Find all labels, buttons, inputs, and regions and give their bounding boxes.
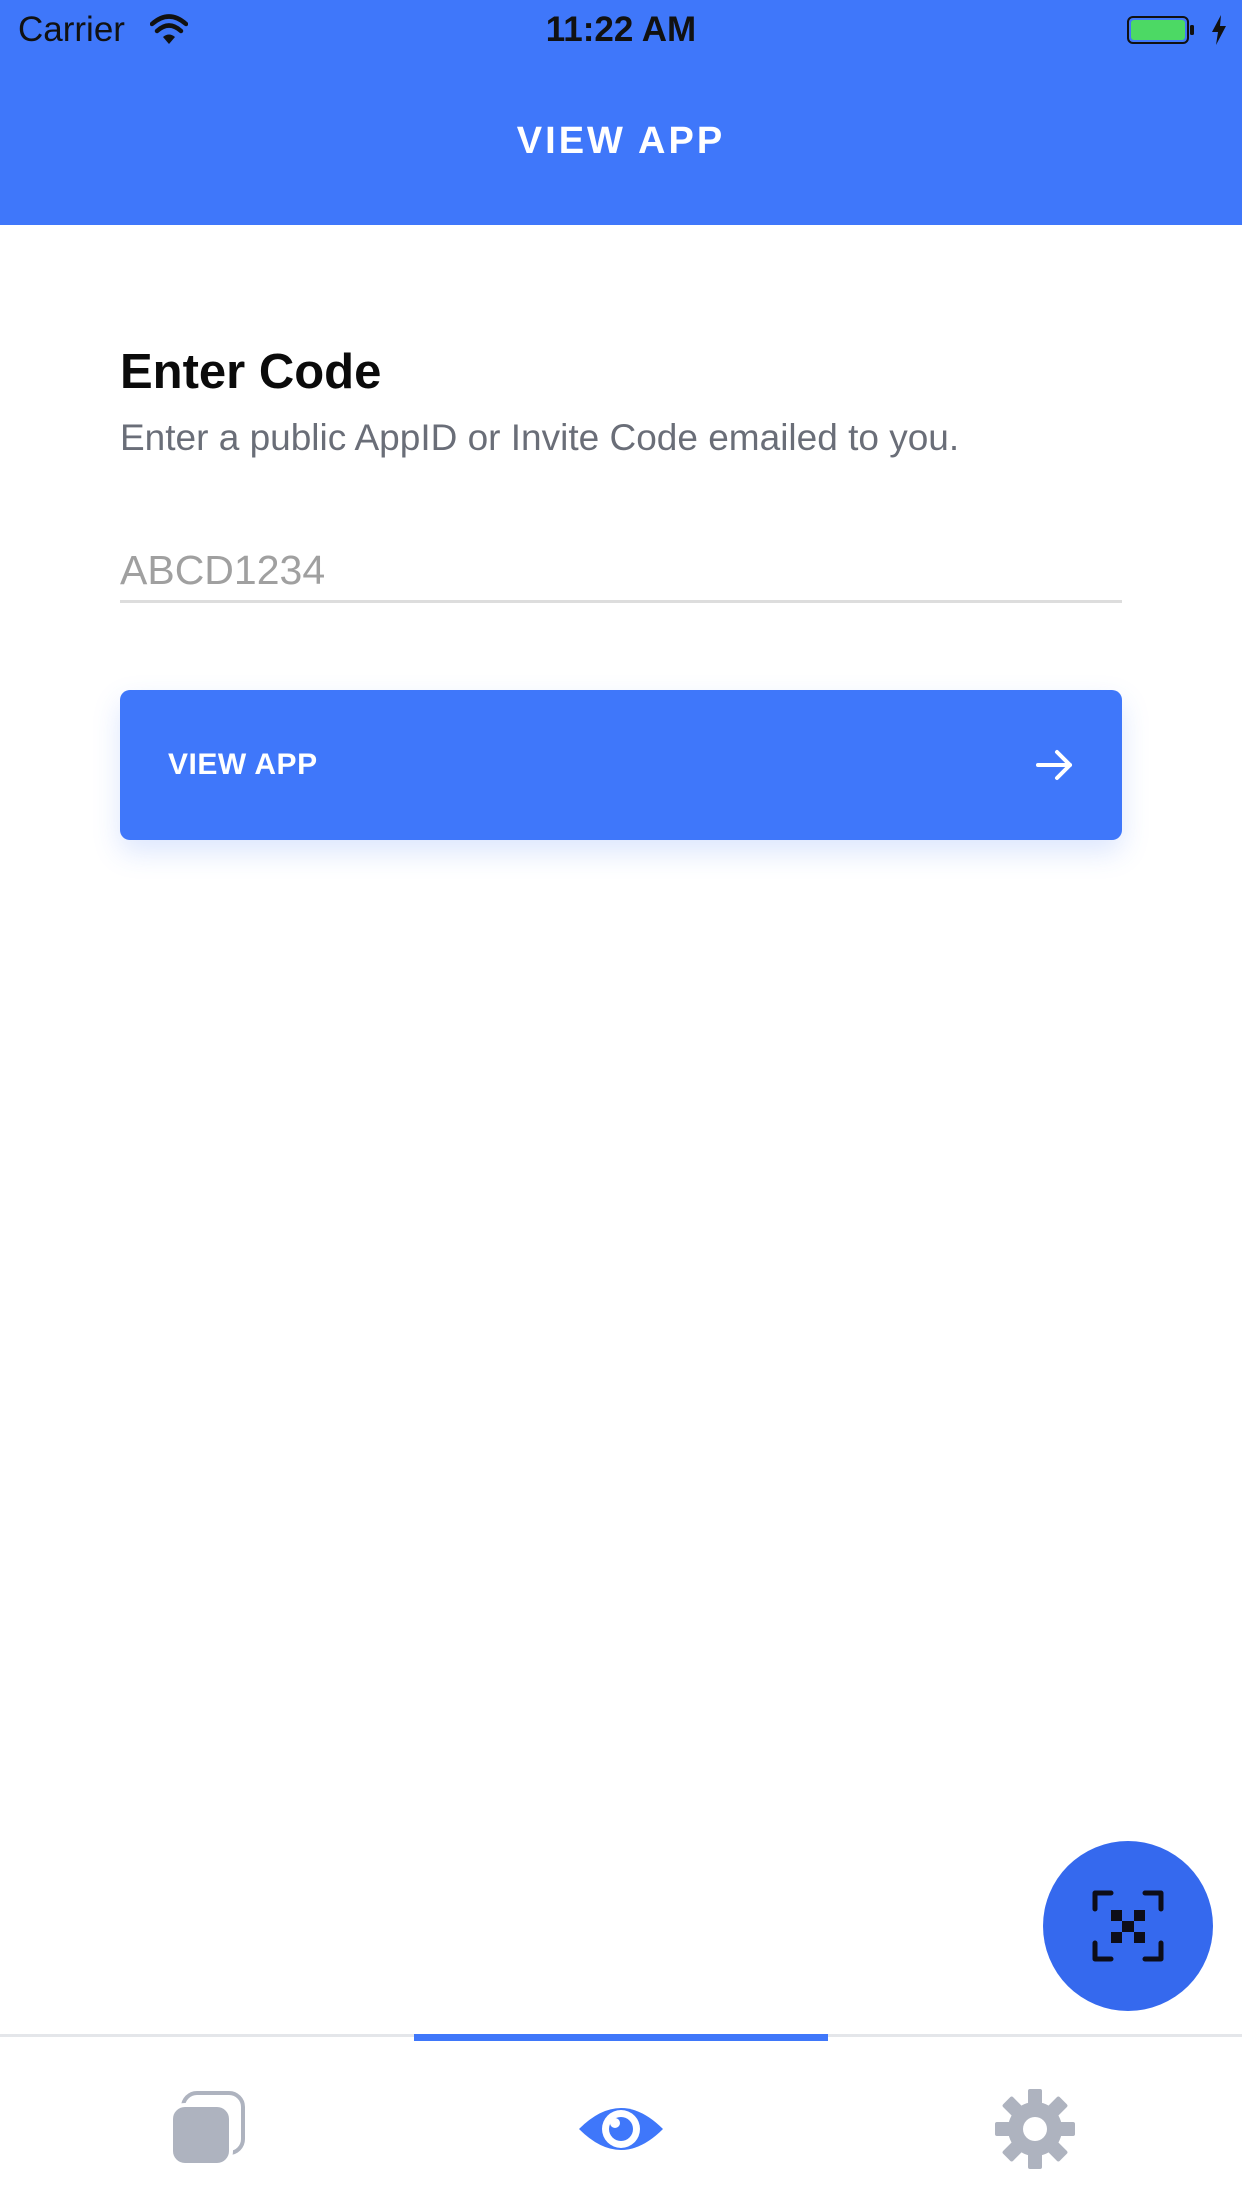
stacked-cards-icon: [169, 2091, 245, 2167]
view-app-button-label: VIEW APP: [168, 748, 318, 781]
page-subtitle: Enter a public AppID or Invite Code emai…: [120, 417, 960, 458]
qr-scan-icon: [1092, 1890, 1164, 1962]
page-title: Enter Code: [120, 345, 382, 399]
scan-qr-button[interactable]: [1043, 1841, 1213, 2011]
header: Carrier 11:22 AM VIEW APP: [0, 0, 1242, 225]
tab-view[interactable]: [414, 2037, 828, 2211]
status-time: 11:22 AM: [545, 10, 697, 49]
gear-icon: [995, 2089, 1075, 2169]
nav-title: VIEW APP: [516, 120, 726, 162]
tab-settings[interactable]: [828, 2037, 1242, 2211]
view-app-button[interactable]: VIEW APP: [120, 690, 1122, 840]
arrow-right-icon: [1036, 750, 1072, 780]
eye-icon: [579, 2108, 663, 2150]
tab-bar: [0, 2034, 1242, 2211]
app-code-input[interactable]: [120, 540, 1122, 603]
battery-icon: [1127, 16, 1194, 44]
charging-bolt-icon: [1212, 15, 1226, 45]
tab-apps[interactable]: [0, 2037, 414, 2211]
status-bar: Carrier 11:22 AM: [0, 0, 1242, 62]
